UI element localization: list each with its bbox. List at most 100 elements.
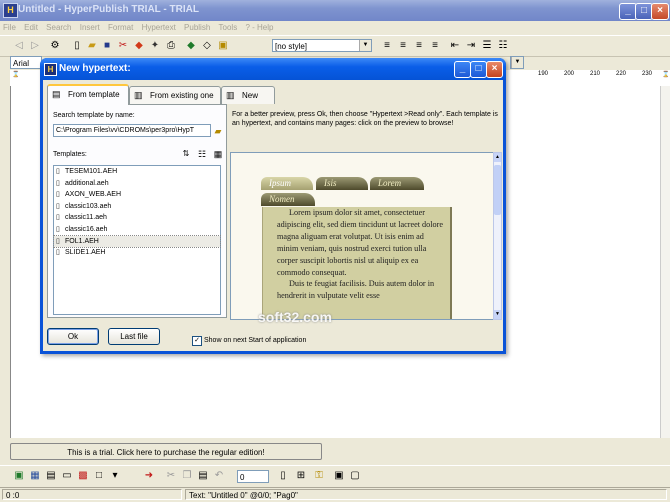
tab-from-existing[interactable]: ▥ From existing one: [129, 86, 221, 104]
purchase-trial-button[interactable]: This is a trial. Click here to purchase …: [10, 443, 322, 460]
forward-arrow-icon[interactable]: ▷: [28, 39, 42, 53]
ruler-marker-icon[interactable]: ⌛: [12, 71, 19, 78]
key-icon[interactable]: ⚿: [312, 469, 326, 483]
detail-view-icon[interactable]: ▦: [211, 147, 225, 161]
dialog-title: New hypertext:: [59, 63, 131, 74]
last-file-button[interactable]: Last file: [108, 328, 160, 345]
preview-icon[interactable]: ▢: [348, 469, 362, 483]
bullet-list-icon[interactable]: ☰: [480, 39, 494, 53]
style-combo[interactable]: [no style] ▼: [272, 39, 372, 52]
find-icon[interactable]: ✦: [148, 39, 162, 53]
image-icon[interactable]: ▣: [12, 469, 26, 483]
search-template-input[interactable]: C:\Program Files\vv\CDROMs\per3pro\HypT: [53, 124, 211, 137]
copy-icon[interactable]: ❐: [180, 469, 194, 483]
search-label: Search template by name:: [53, 112, 135, 119]
goto-icon[interactable]: ➜: [142, 469, 156, 483]
undo-icon[interactable]: ↶: [212, 469, 226, 483]
templates-list[interactable]: ▯ TESEM101.AEH ▯ additional.aeh ▯ AXON_WEB.…: [53, 165, 221, 315]
scroll-down-icon[interactable]: ▼: [494, 310, 501, 319]
eraser-icon[interactable]: ◇: [200, 39, 214, 53]
sort-icon[interactable]: ⇅: [179, 147, 193, 161]
menu-format[interactable]: Format: [105, 21, 136, 32]
show-next-checkbox[interactable]: ✓: [192, 336, 202, 346]
box-icon[interactable]: □: [92, 469, 106, 483]
back-arrow-icon[interactable]: ◁: [12, 39, 26, 53]
ruler-label: 220: [616, 71, 627, 77]
preview-paragraph-1: Lorem ipsum dolor sit amet, consectetuer…: [277, 208, 443, 277]
preview-paragraph-2: Duis te feugiat facilisis. Duis autem do…: [277, 279, 435, 301]
tab-from-template[interactable]: ▤ From template: [47, 84, 129, 105]
list-item[interactable]: ▯ additional.aeh: [54, 178, 220, 190]
template-preview[interactable]: Ipsum Isis Lorem Nomen Lorem ipsum dolor…: [230, 152, 494, 320]
save-icon[interactable]: ■: [100, 39, 114, 53]
ruler-marker-icon[interactable]: ⌛: [662, 71, 669, 78]
editor-vertical-scrollbar[interactable]: [660, 86, 670, 438]
menu-publish[interactable]: Publish: [181, 21, 213, 32]
dialog-close-button[interactable]: ×: [486, 61, 503, 78]
zoom-stepper[interactable]: 0: [237, 470, 269, 483]
align-left-icon[interactable]: ≡: [380, 39, 394, 53]
chevron-down-icon[interactable]: ▼: [359, 40, 371, 51]
list-item[interactable]: ▯ classic16.aeh: [54, 224, 220, 236]
font-size-combo[interactable]: ▼: [510, 56, 524, 69]
justify-icon[interactable]: ≡: [428, 39, 442, 53]
font-combo-value: Arial: [13, 59, 30, 68]
page-icon[interactable]: ▯: [276, 469, 290, 483]
indent-icon[interactable]: ⇥: [464, 39, 478, 53]
align-center-icon[interactable]: ≡: [396, 39, 410, 53]
field-icon[interactable]: ▭: [60, 469, 74, 483]
ruler-label: 200: [564, 71, 575, 77]
preview-tab-isis: Isis: [316, 177, 368, 190]
cut-icon[interactable]: ✂: [116, 39, 130, 53]
outdent-icon[interactable]: ⇤: [448, 39, 462, 53]
menu-hypertext[interactable]: Hypertext: [139, 21, 179, 32]
file-icon: ▯: [56, 168, 60, 175]
tab-new[interactable]: ▥ New: [221, 86, 275, 104]
list-item[interactable]: ▯ classic103.aeh: [54, 201, 220, 213]
link-icon[interactable]: ◆: [132, 39, 146, 53]
list-item-selected[interactable]: ▯ FOL1.AEH: [53, 234, 221, 249]
list-item[interactable]: ▯ classic11.aeh: [54, 212, 220, 224]
chevron-down-icon[interactable]: ▼: [511, 57, 523, 68]
browse-folder-icon[interactable]: ▰: [212, 124, 224, 136]
menu-tools[interactable]: Tools: [216, 21, 241, 32]
window-icon[interactable]: ▣: [332, 469, 346, 483]
list-item[interactable]: ▯ AXON_WEB.AEH: [54, 189, 220, 201]
menu-edit[interactable]: Edit: [21, 21, 41, 32]
preview-scrollbar[interactable]: ▲ ▼: [493, 152, 502, 320]
open-folder-icon[interactable]: ▰: [85, 39, 99, 53]
list-item[interactable]: ▯ SLIDE1.AEH: [54, 247, 220, 259]
export-icon[interactable]: ▣: [216, 39, 230, 53]
scroll-up-icon[interactable]: ▲: [494, 153, 501, 162]
print-icon[interactable]: ⎙: [164, 39, 178, 53]
settings-icon[interactable]: ⚙: [48, 39, 62, 53]
menu-insert[interactable]: Insert: [77, 21, 103, 32]
publish-icon[interactable]: ◆: [184, 39, 198, 53]
existing-icon: ▥: [134, 90, 143, 100]
align-right-icon[interactable]: ≡: [412, 39, 426, 53]
cut-icon[interactable]: ✂: [164, 469, 178, 483]
main-title-bar[interactable]: H Untitled - HyperPublish TRIAL - TRIAL …: [0, 0, 670, 21]
font-combo[interactable]: Arial: [10, 56, 42, 69]
file-icon: ▯: [56, 225, 60, 233]
tab-strip: ▤ From template ▥ From existing one ▥ New: [47, 84, 277, 105]
menu-help[interactable]: ? - Help: [242, 21, 276, 32]
object-dropdown-icon[interactable]: ▾: [108, 469, 122, 483]
grid-icon[interactable]: ⊞: [294, 469, 308, 483]
list-item[interactable]: ▯ TESEM101.AEH: [54, 166, 220, 178]
ok-button[interactable]: Ok: [47, 328, 99, 345]
new-file-icon[interactable]: ▯: [70, 39, 84, 53]
close-button[interactable]: ×: [651, 3, 669, 20]
menu-search[interactable]: Search: [43, 21, 74, 32]
numbered-list-icon[interactable]: ☷: [496, 39, 510, 53]
dialog-title-bar[interactable]: H New hypertext: _ □ ×: [40, 58, 506, 80]
dialog-minimize-button[interactable]: _: [454, 61, 471, 78]
frame-icon[interactable]: ▤: [44, 469, 58, 483]
dialog-maximize-button[interactable]: □: [470, 61, 487, 78]
scroll-thumb[interactable]: [494, 165, 501, 215]
paste-icon[interactable]: ▤: [196, 469, 210, 483]
media-icon[interactable]: ▩: [76, 469, 90, 483]
table-icon[interactable]: ▦: [28, 469, 42, 483]
menu-file[interactable]: File: [0, 21, 19, 32]
list-view-icon[interactable]: ☷: [195, 147, 209, 161]
